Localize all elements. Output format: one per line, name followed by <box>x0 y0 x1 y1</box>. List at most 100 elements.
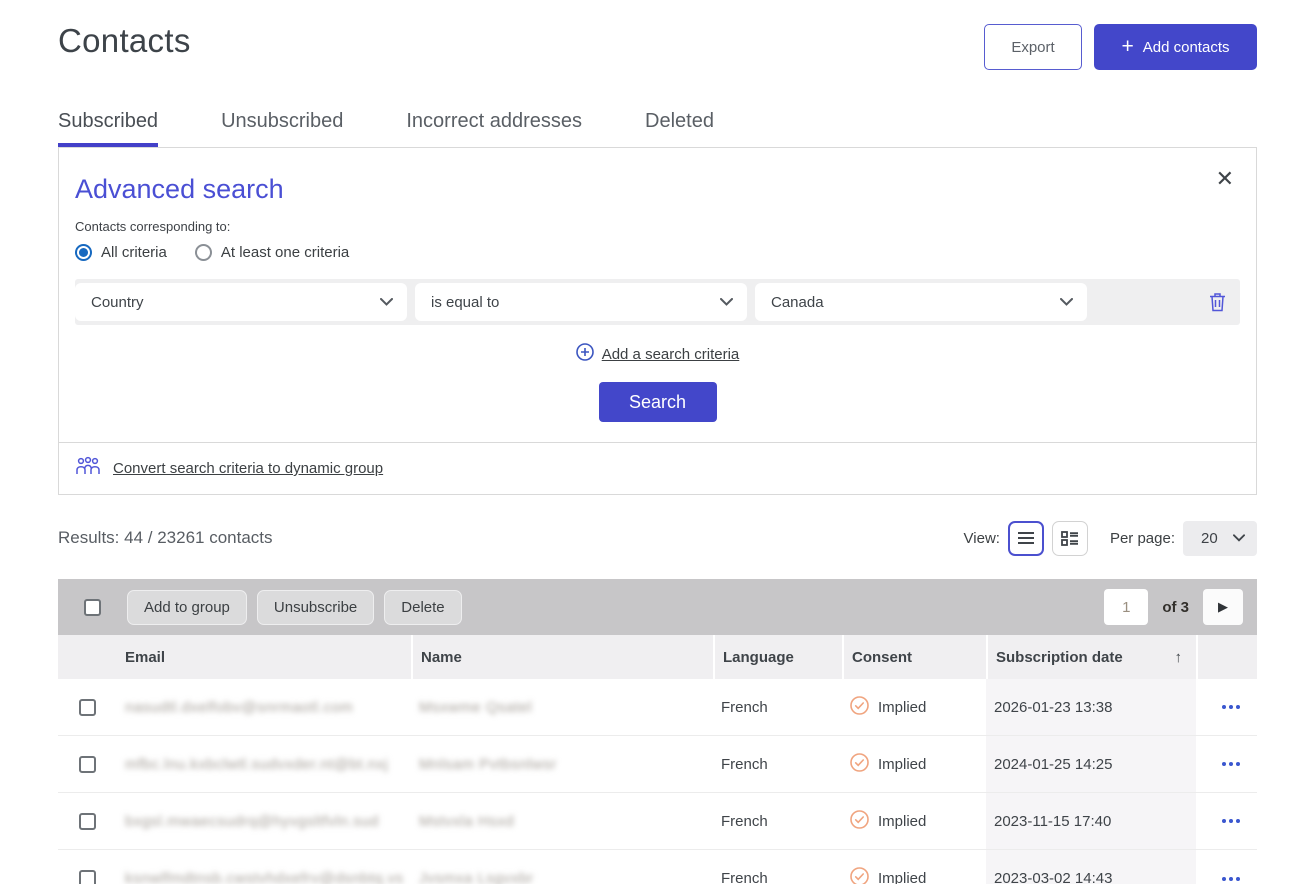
table-row: bxgsl.mwaecsudrq@hyvgsltfvln.sud Mstvxla… <box>58 793 1257 850</box>
row-checkbox[interactable] <box>79 699 96 716</box>
subscription-date-label: Subscription date <box>996 649 1123 666</box>
consent-check-icon <box>850 696 869 719</box>
consent-cell: Implied <box>842 850 986 884</box>
per-page-label: Per page: <box>1110 530 1175 547</box>
chevron-down-icon <box>380 298 393 306</box>
subscription-date-cell: 2023-11-15 17:40 <box>986 793 1196 849</box>
criteria-field-value: Country <box>91 294 144 311</box>
column-header-subscription-date[interactable]: Subscription date ↑ <box>986 635 1196 679</box>
list-view-button[interactable] <box>1008 521 1044 556</box>
card-view-button[interactable] <box>1052 521 1088 556</box>
row-actions-menu[interactable] <box>1196 736 1257 792</box>
row-actions-menu[interactable] <box>1196 850 1257 884</box>
column-header-consent[interactable]: Consent <box>842 635 986 679</box>
subscription-date-cell: 2023-03-02 14:43 <box>986 850 1196 884</box>
consent-label: Implied <box>878 756 926 773</box>
criteria-value-select[interactable]: Canada <box>755 283 1087 321</box>
chevron-down-icon <box>1060 298 1073 306</box>
tab-deleted[interactable]: Deleted <box>645 110 714 147</box>
language-cell: French <box>713 679 842 735</box>
consent-label: Implied <box>878 813 926 830</box>
tab-incorrect-addresses[interactable]: Incorrect addresses <box>406 110 582 147</box>
row-checkbox[interactable] <box>79 870 96 884</box>
tab-subscribed[interactable]: Subscribed <box>58 110 158 147</box>
select-all-checkbox[interactable] <box>84 599 101 616</box>
add-contacts-label: Add contacts <box>1143 39 1230 56</box>
convert-criteria-row: Convert search criteria to dynamic group <box>59 442 1256 494</box>
name-redacted: Mnlsam Pvtbsnlwsr <box>419 756 557 773</box>
language-cell: French <box>713 850 842 884</box>
row-checkbox[interactable] <box>79 813 96 830</box>
criteria-value-value: Canada <box>771 294 824 311</box>
tab-bar: Subscribed Unsubscribed Incorrect addres… <box>58 110 1257 147</box>
email-redacted: ksnwlfmdtnsb.cwstvhdxefrv@dsnbtq.vs <box>125 870 404 884</box>
view-label: View: <box>964 530 1000 547</box>
row-checkbox[interactable] <box>79 756 96 773</box>
name-redacted: Mstvxla Hsxd <box>419 813 514 830</box>
radio-all-label: All criteria <box>101 244 167 261</box>
name-redacted: Jvsmxa Lsgvxbr <box>419 870 534 884</box>
unsubscribe-button[interactable]: Unsubscribe <box>257 590 374 625</box>
results-count: Results: 44 / 23261 contacts <box>58 528 273 548</box>
add-criteria-row: Add a search criteria <box>75 343 1240 366</box>
column-header-actions <box>1196 635 1257 679</box>
consent-check-icon <box>850 753 869 776</box>
page-number-input[interactable] <box>1104 589 1148 625</box>
people-group-icon <box>75 456 101 481</box>
view-controls: View: Per page: 20 <box>964 521 1257 556</box>
criteria-operator-value: is equal to <box>431 294 499 311</box>
page-count-label: of 3 <box>1162 599 1189 616</box>
trash-icon[interactable] <box>1209 292 1226 312</box>
name-redacted: Msxwme Qsatel <box>419 699 532 716</box>
consent-check-icon <box>850 810 869 833</box>
column-header-email[interactable]: Email <box>117 635 411 679</box>
row-actions-menu[interactable] <box>1196 679 1257 735</box>
corresponding-label: Contacts corresponding to: <box>75 219 1240 234</box>
consent-cell: Implied <box>842 736 986 792</box>
subscription-date-cell: 2026-01-23 13:38 <box>986 679 1196 735</box>
criteria-field-select[interactable]: Country <box>75 283 407 321</box>
search-criteria-row: Country is equal to Canada <box>75 279 1240 325</box>
page-header: Contacts Export + Add contacts <box>58 0 1257 70</box>
next-page-button[interactable]: ▶ <box>1203 589 1243 625</box>
card-view-icon <box>1061 531 1079 546</box>
table-header-row: Email Name Language Consent Subscription… <box>58 635 1257 679</box>
convert-to-dynamic-group-link[interactable]: Convert search criteria to dynamic group <box>113 460 383 477</box>
column-header-name[interactable]: Name <box>411 635 713 679</box>
language-cell: French <box>713 793 842 849</box>
sort-ascending-icon[interactable]: ↑ <box>1175 649 1183 666</box>
language-cell: French <box>713 736 842 792</box>
email-redacted: mfbc.lnu.kxbclwtl.sudvxder.nt@bt.nxj <box>125 756 388 773</box>
contacts-table: Add to group Unsubscribe Delete of 3 ▶ E… <box>58 579 1257 884</box>
email-redacted: nasudtl.dxelfobv@snrmaotl.com <box>125 699 353 716</box>
delete-button[interactable]: Delete <box>384 590 461 625</box>
add-to-group-button[interactable]: Add to group <box>127 590 247 625</box>
page-title: Contacts <box>58 22 191 60</box>
table-row: nasudtl.dxelfobv@snrmaotl.com Msxwme Qsa… <box>58 679 1257 736</box>
criteria-mode-radios: All criteria At least one criteria <box>75 244 1240 261</box>
add-contacts-button[interactable]: + Add contacts <box>1094 24 1257 70</box>
per-page-select[interactable]: 20 <box>1183 521 1257 556</box>
consent-check-icon <box>850 867 869 884</box>
row-actions-menu[interactable] <box>1196 793 1257 849</box>
radio-all-criteria[interactable]: All criteria <box>75 244 167 261</box>
contacts-page: Contacts Export + Add contacts Subscribe… <box>0 0 1306 884</box>
criteria-operator-select[interactable]: is equal to <box>415 283 747 321</box>
export-button[interactable]: Export <box>984 24 1082 70</box>
tab-unsubscribed[interactable]: Unsubscribed <box>221 110 343 147</box>
circled-plus-icon <box>576 343 594 366</box>
close-icon[interactable]: ✕ <box>1216 168 1234 190</box>
chevron-down-icon <box>720 298 733 306</box>
radio-at-least-one[interactable]: At least one criteria <box>195 244 349 261</box>
radio-selected-icon <box>75 244 92 261</box>
search-button[interactable]: Search <box>599 382 717 422</box>
pagination: of 3 ▶ <box>1104 589 1243 625</box>
add-search-criteria-link[interactable]: Add a search criteria <box>602 346 740 363</box>
radio-unselected-icon <box>195 244 212 261</box>
subscription-date-cell: 2024-01-25 14:25 <box>986 736 1196 792</box>
table-toolbar: Add to group Unsubscribe Delete of 3 ▶ <box>58 579 1257 635</box>
advanced-search-title: Advanced search <box>75 174 1240 205</box>
header-actions: Export + Add contacts <box>984 22 1257 70</box>
plus-icon: + <box>1122 36 1134 57</box>
column-header-language[interactable]: Language <box>713 635 842 679</box>
